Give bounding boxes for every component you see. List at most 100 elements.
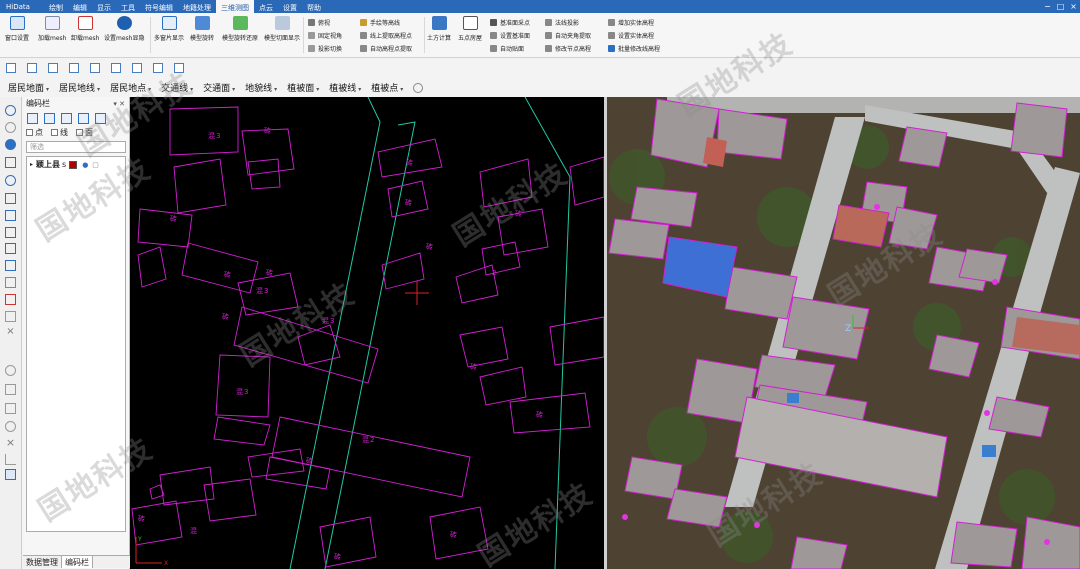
gear-icon[interactable]	[413, 82, 424, 93]
menu-draw[interactable]: 绘制	[44, 0, 68, 13]
model-rotate-button[interactable]: 模型旋转	[190, 16, 214, 42]
filter-line[interactable]: 线	[51, 127, 68, 138]
tab-data-management[interactable]: 数据管理	[23, 556, 62, 568]
ortho-model-view[interactable]: Z	[607, 97, 1080, 569]
delete-node-icon[interactable]	[5, 243, 16, 254]
expand-icon[interactable]: ▸	[30, 161, 33, 168]
polygon-tool-icon[interactable]	[5, 193, 16, 204]
list-icon[interactable]	[27, 112, 38, 124]
refresh-icon[interactable]	[95, 112, 106, 124]
pin-icon[interactable]: ▾ ✕	[113, 100, 125, 108]
sort-icon[interactable]	[78, 112, 89, 124]
batch-line-elev-button[interactable]: 批量修改线高程	[608, 43, 660, 53]
redo-icon[interactable]	[5, 122, 16, 133]
tag-icon[interactable]	[90, 63, 100, 73]
tab-code-bar[interactable]: 编码栏	[62, 556, 93, 568]
layer-icon[interactable]	[5, 277, 16, 288]
minimize-icon[interactable]: −	[1041, 0, 1054, 13]
layer-dropdown-residential-area[interactable]: 居民地面 ▾	[8, 81, 49, 94]
ortho-model-canvas[interactable]: Z	[607, 97, 1080, 569]
layer-dropdown-residential-line[interactable]: 居民地线 ▾	[59, 81, 100, 94]
polyline-tool-icon[interactable]	[5, 210, 16, 221]
checkbox[interactable]	[26, 129, 33, 136]
search-input[interactable]: 筛选	[26, 141, 126, 153]
fixed-view-button[interactable]: 固定视角	[308, 30, 342, 40]
auto-attach-surface-button[interactable]: 自动贴面	[490, 43, 524, 53]
checkbox[interactable]	[76, 129, 83, 136]
layer-dropdown-landform-line[interactable]: 地貌线 ▾	[245, 81, 277, 94]
hourglass-icon[interactable]	[5, 469, 16, 480]
normal-projection-button[interactable]: 法线投影	[545, 17, 579, 27]
grid-icon[interactable]	[69, 63, 79, 73]
checkbox[interactable]	[51, 129, 58, 136]
undo-icon[interactable]	[5, 105, 16, 116]
map-icon[interactable]	[5, 260, 16, 271]
circle-tool-icon[interactable]	[5, 421, 16, 432]
auto-elev-extract-button[interactable]: 自动高程点提取	[360, 43, 412, 53]
layer-dropdown-residential-point[interactable]: 居民地点 ▾	[110, 81, 151, 94]
close-shape-icon[interactable]: ×	[5, 437, 16, 448]
globe-icon[interactable]	[5, 139, 16, 150]
measure-icon[interactable]	[174, 63, 184, 73]
vector-map-view[interactable]: 砖 砖 砖 砖 砖 砖 砖 砖 砖 砖 砖 砖 砖 砖 砖 混 3 混 3 混	[130, 97, 604, 569]
image-icon[interactable]	[27, 63, 37, 73]
filter-point[interactable]: 点	[26, 127, 43, 138]
filter-area[interactable]: 面	[76, 127, 93, 138]
snap-icon[interactable]	[153, 63, 163, 73]
menu-point-cloud[interactable]: 点云	[254, 0, 278, 13]
five-point-house-button[interactable]: 五点房屋	[458, 16, 482, 42]
grid-view-icon[interactable]	[61, 112, 72, 124]
zoom-icon[interactable]	[5, 175, 16, 186]
tree-icon[interactable]	[44, 112, 55, 124]
multi-window-button[interactable]: 多窗片显示	[154, 16, 184, 42]
layer-dropdown-vegetation-line[interactable]: 植被线 ▾	[329, 81, 361, 94]
cut-icon[interactable]	[5, 294, 16, 305]
mesh-visibility-button[interactable]: 设置mesh显隐	[104, 16, 144, 42]
projection-toggle-button[interactable]: 投影切换	[308, 43, 342, 53]
eye-icon[interactable]: ●	[82, 161, 88, 169]
unload-mesh-button[interactable]: 卸载mesh	[71, 16, 99, 42]
model-rotate-reset-button[interactable]: 模型旋转还原	[222, 16, 258, 42]
menu-tools[interactable]: 工具	[116, 0, 140, 13]
menu-edit[interactable]: 编辑	[68, 0, 92, 13]
earthwork-button[interactable]: 土方计算	[427, 16, 451, 42]
extract-elev-on-line-button[interactable]: 线上提取高程点	[360, 30, 412, 40]
triangle-tool-icon[interactable]	[5, 403, 16, 414]
add-solid-elev-button[interactable]: 增加实体高程	[608, 17, 654, 27]
point-tool-icon[interactable]	[5, 365, 16, 376]
model-section-button[interactable]: 模型切面显示	[264, 16, 300, 42]
rectangle-tool-icon[interactable]	[5, 384, 16, 395]
menu-3d-mapping[interactable]: 三维测图	[216, 0, 254, 13]
close-icon[interactable]: ×	[1067, 0, 1080, 13]
window-settings-button[interactable]: 窗口设置	[5, 16, 29, 42]
load-mesh-button[interactable]: 加载mesh	[38, 16, 66, 42]
layer-dropdown-vegetation-area[interactable]: 植被面 ▾	[287, 81, 319, 94]
vector-map-canvas[interactable]: 砖 砖 砖 砖 砖 砖 砖 砖 砖 砖 砖 砖 砖 砖 砖 混 3 混 3 混	[130, 97, 604, 569]
draw-contour-button[interactable]: 手绘等高线	[360, 17, 400, 27]
color-swatch[interactable]	[69, 160, 78, 169]
base-surface-sample-button[interactable]: 基准面采点	[490, 17, 530, 27]
curve-icon[interactable]	[111, 63, 121, 73]
corner-tool-icon[interactable]	[5, 454, 16, 465]
select-icon[interactable]	[5, 157, 16, 168]
edit-node-icon[interactable]	[5, 227, 16, 238]
menu-settings[interactable]: 设置	[278, 0, 302, 13]
menu-help[interactable]: 帮助	[302, 0, 326, 13]
maximize-icon[interactable]: □	[1054, 0, 1067, 13]
top-view-button[interactable]: 俯视	[308, 17, 330, 27]
menu-cadastral[interactable]: 地籍处理	[178, 0, 216, 13]
tree-node-county[interactable]: ▸ 颖上县 s ● ▢	[30, 159, 122, 170]
layer-dropdown-traffic-area[interactable]: 交通面 ▾	[203, 81, 235, 94]
layout-icon[interactable]	[6, 63, 16, 73]
layer-dropdown-traffic-line[interactable]: 交通线 ▾	[161, 81, 193, 94]
node-icon[interactable]	[132, 63, 142, 73]
menu-display[interactable]: 显示	[92, 0, 116, 13]
cross-icon[interactable]: ×	[5, 326, 16, 337]
chart-icon[interactable]	[48, 63, 58, 73]
pen-icon[interactable]	[5, 311, 16, 322]
set-solid-elev-button[interactable]: 设置实体高程	[608, 30, 654, 40]
layer-dropdown-vegetation-point[interactable]: 植被点 ▾	[371, 81, 403, 94]
modify-node-elev-button[interactable]: 修改节点高程	[545, 43, 591, 53]
menu-symbol-edit[interactable]: 符号编辑	[140, 0, 178, 13]
auto-angle-extract-button[interactable]: 自动夹角提取	[545, 30, 591, 40]
